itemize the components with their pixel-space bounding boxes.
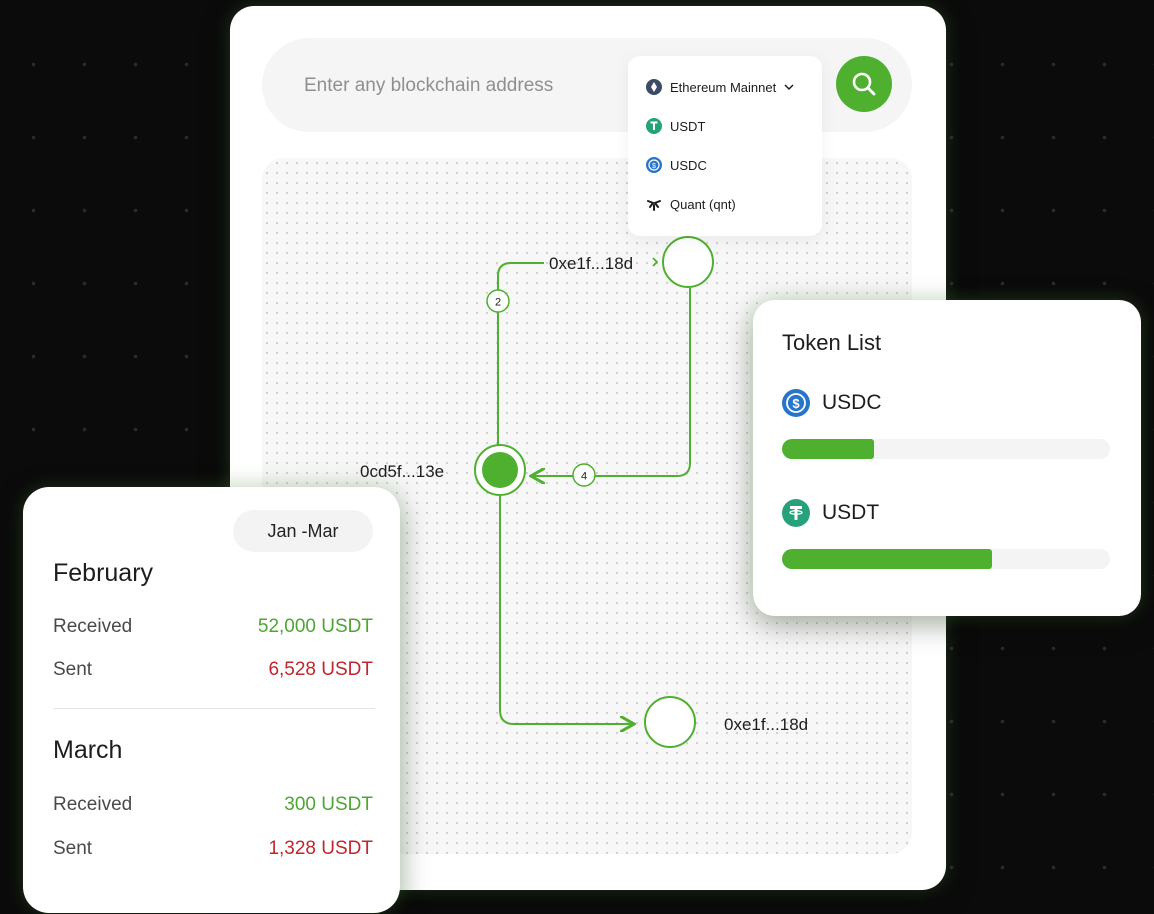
menu-item-quant[interactable]: Quant (qnt)	[646, 193, 736, 215]
usdc-icon: $	[782, 389, 810, 417]
svg-text:$: $	[652, 163, 656, 170]
search-button[interactable]	[836, 56, 892, 112]
edge-count-text-right: 4	[581, 471, 587, 483]
divider	[53, 708, 375, 709]
monthly-summary-card: Jan -Mar February Received 52,000 USDT S…	[23, 487, 400, 913]
token-row-usdt[interactable]: USDT	[782, 499, 879, 527]
usdt-progress-fill	[782, 549, 992, 569]
february-received-value: 52,000 USDT	[257, 616, 373, 637]
token-list-title: Token List	[782, 330, 882, 355]
period-selector[interactable]: Jan -Mar	[233, 510, 373, 552]
chevron-down-icon	[784, 84, 794, 91]
token-name: USDT	[822, 501, 880, 524]
quant-icon	[647, 200, 661, 211]
received-label: Received	[53, 794, 133, 815]
received-label: Received	[53, 616, 133, 637]
top-address-label[interactable]: 0xe1f...18d	[549, 254, 633, 274]
menu-item-label: USDC	[670, 157, 707, 173]
usdc-progress-fill	[782, 439, 874, 459]
edge-center-to-bottom[interactable]	[499, 496, 632, 724]
usdt-icon	[782, 499, 810, 527]
svg-text:$: $	[792, 396, 800, 411]
month-title-february: February	[53, 559, 154, 587]
usdt-icon	[646, 118, 662, 134]
edge-count-text-top: 2	[495, 297, 501, 309]
edge-top-to-center[interactable]	[533, 288, 691, 476]
menu-item-usdc[interactable]: $ USDC	[646, 154, 707, 176]
usdc-icon: $	[646, 157, 662, 173]
menu-item-label: Quant (qnt)	[670, 196, 736, 212]
center-node-core	[482, 452, 518, 488]
top-address-node[interactable]	[662, 236, 714, 288]
token-name: USDC	[822, 391, 882, 414]
menu-item-label: USDT	[670, 118, 706, 134]
usdt-progress-track	[782, 549, 1110, 569]
search-icon	[852, 72, 876, 96]
february-sent-value: 6,528 USDT	[268, 659, 373, 680]
usdc-progress-track	[782, 439, 1110, 459]
network-selected-label: Ethereum Mainnet	[670, 79, 777, 95]
center-address-label[interactable]: 0cd5f...13e	[360, 462, 444, 482]
edge-center-to-top[interactable]	[497, 262, 544, 450]
month-title-march: March	[53, 736, 123, 764]
network-select-ethereum[interactable]: Ethereum Mainnet	[646, 76, 794, 98]
edge-top-arrow	[652, 257, 659, 267]
address-search-input[interactable]	[302, 68, 636, 104]
menu-item-usdt[interactable]: USDT	[646, 115, 705, 137]
ethereum-icon	[646, 79, 662, 95]
token-row-usdc[interactable]: $ USDC	[782, 389, 882, 417]
bottom-address-node[interactable]	[644, 696, 696, 748]
token-list-card: Token List $ USDC USDT	[753, 300, 1141, 616]
march-received-value: 300 USDT	[284, 794, 373, 815]
sent-label: Sent	[53, 838, 93, 859]
network-dropdown: Ethereum Mainnet USDT $ USDC Quant (qnt)	[628, 56, 822, 236]
sent-label: Sent	[53, 659, 93, 680]
bottom-address-label[interactable]: 0xe1f...18d	[724, 715, 808, 735]
march-sent-value: 1,328 USDT	[268, 838, 373, 859]
